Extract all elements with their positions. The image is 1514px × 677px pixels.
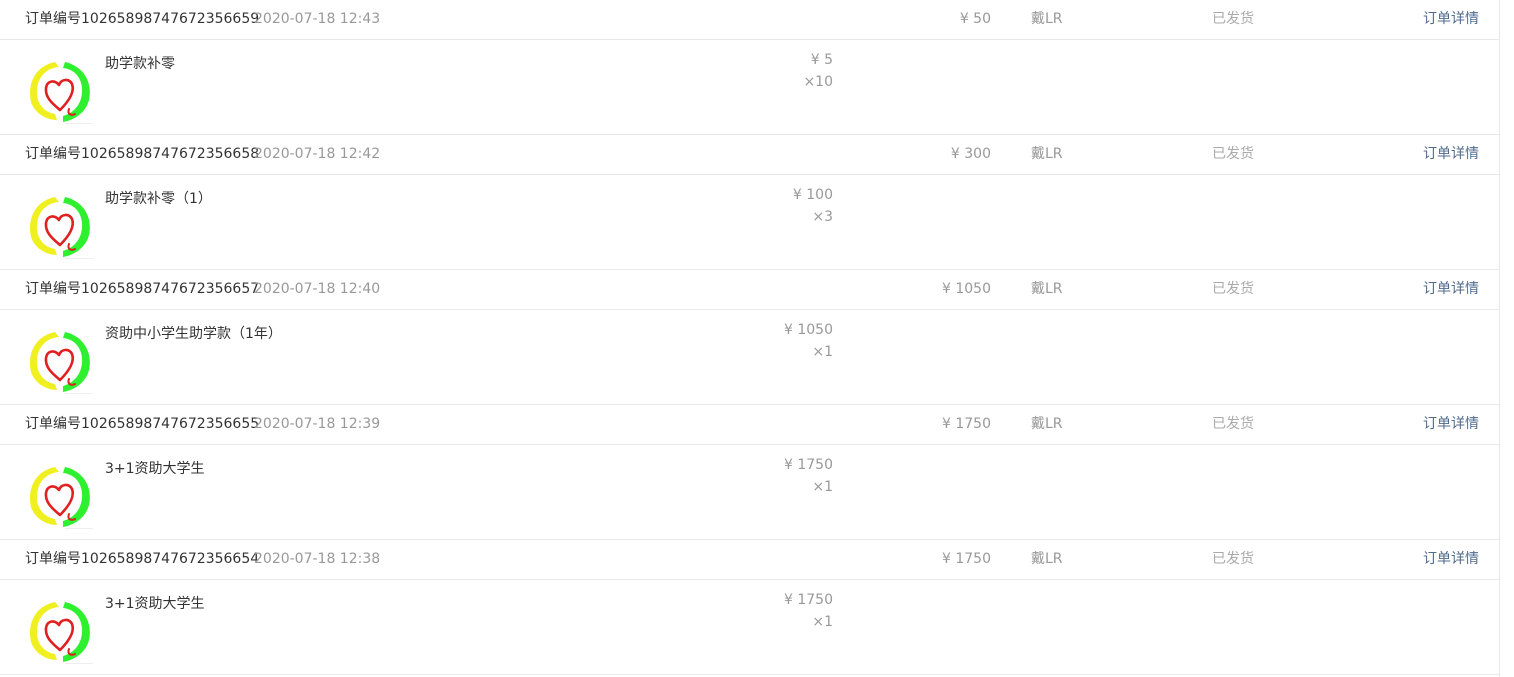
order-time: 2020-07-18 12:43	[254, 11, 381, 27]
item-quantity: ×1	[812, 479, 833, 495]
unit-price: ¥ 1750	[784, 457, 833, 473]
item-quantity: ×10	[803, 74, 833, 90]
unit-price: ¥ 1750	[784, 592, 833, 608]
order-card: 订单编号10265898747672356657 2020-07-18 12:4…	[0, 270, 1499, 405]
order-detail-link[interactable]: 订单详情	[1423, 549, 1479, 569]
donation-heart-logo-icon[interactable]	[25, 54, 95, 124]
donation-heart-logo-icon[interactable]	[25, 189, 95, 259]
order-buyer: 戴LR	[1031, 416, 1063, 432]
item-quantity: ×1	[812, 614, 833, 630]
unit-price: ¥ 100	[792, 187, 833, 203]
order-number: 订单编号10265898747672356658	[25, 146, 260, 162]
order-total: ¥ 1050	[942, 281, 991, 297]
order-status: 已发货	[1212, 281, 1254, 297]
donation-heart-logo-icon[interactable]	[25, 324, 95, 394]
order-time: 2020-07-18 12:38	[254, 551, 381, 567]
order-status: 已发货	[1212, 11, 1254, 27]
donation-heart-logo-icon[interactable]	[25, 459, 95, 529]
product-name[interactable]: 助学款补零	[105, 54, 175, 74]
order-header: 订单编号10265898747672356655 2020-07-18 12:3…	[0, 405, 1499, 445]
order-total: ¥ 300	[950, 146, 991, 162]
unit-price: ¥ 5	[810, 52, 833, 68]
order-number: 订单编号10265898747672356654	[25, 551, 260, 567]
order-list: 订单编号10265898747672356659 2020-07-18 12:4…	[0, 0, 1500, 677]
order-buyer: 戴LR	[1031, 551, 1063, 567]
donation-heart-logo-icon[interactable]	[25, 594, 95, 664]
order-item: 3+1资助大学生 ¥ 1750 ×1	[0, 580, 1499, 675]
order-item: 3+1资助大学生 ¥ 1750 ×1	[0, 445, 1499, 540]
product-name[interactable]: 资助中小学生助学款（1年）	[105, 324, 282, 344]
item-quantity: ×1	[812, 344, 833, 360]
order-total: ¥ 50	[959, 11, 991, 27]
order-header: 订单编号10265898747672356657 2020-07-18 12:4…	[0, 270, 1499, 310]
order-card: 订单编号10265898747672356659 2020-07-18 12:4…	[0, 0, 1499, 135]
product-name[interactable]: 3+1资助大学生	[105, 594, 205, 614]
product-name[interactable]: 3+1资助大学生	[105, 459, 205, 479]
order-header: 订单编号10265898747672356659 2020-07-18 12:4…	[0, 0, 1499, 40]
order-buyer: 戴LR	[1031, 281, 1063, 297]
order-detail-link[interactable]: 订单详情	[1423, 144, 1479, 164]
order-number: 订单编号10265898747672356655	[25, 416, 260, 432]
order-time: 2020-07-18 12:42	[254, 146, 381, 162]
order-status: 已发货	[1212, 416, 1254, 432]
order-detail-link[interactable]: 订单详情	[1423, 9, 1479, 29]
order-item: 助学款补零（1） ¥ 100 ×3	[0, 175, 1499, 270]
order-header: 订单编号10265898747672356654 2020-07-18 12:3…	[0, 540, 1499, 580]
unit-price: ¥ 1050	[784, 322, 833, 338]
order-number: 订单编号10265898747672356657	[25, 281, 260, 297]
order-total: ¥ 1750	[942, 416, 991, 432]
item-quantity: ×3	[812, 209, 833, 225]
product-name[interactable]: 助学款补零（1）	[105, 189, 212, 209]
order-card: 订单编号10265898747672356655 2020-07-18 12:3…	[0, 405, 1499, 540]
order-header: 订单编号10265898747672356658 2020-07-18 12:4…	[0, 135, 1499, 175]
order-detail-link[interactable]: 订单详情	[1423, 279, 1479, 299]
order-item: 资助中小学生助学款（1年） ¥ 1050 ×1	[0, 310, 1499, 405]
order-detail-link[interactable]: 订单详情	[1423, 414, 1479, 434]
order-card: 订单编号10265898747672356654 2020-07-18 12:3…	[0, 540, 1499, 675]
order-status: 已发货	[1212, 146, 1254, 162]
order-status: 已发货	[1212, 551, 1254, 567]
order-number: 订单编号10265898747672356659	[25, 11, 260, 27]
order-time: 2020-07-18 12:40	[254, 281, 381, 297]
order-card: 订单编号10265898747672356658 2020-07-18 12:4…	[0, 135, 1499, 270]
order-total: ¥ 1750	[942, 551, 991, 567]
order-item: 助学款补零 ¥ 5 ×10	[0, 40, 1499, 135]
order-time: 2020-07-18 12:39	[254, 416, 381, 432]
order-buyer: 戴LR	[1031, 146, 1063, 162]
order-buyer: 戴LR	[1031, 11, 1063, 27]
